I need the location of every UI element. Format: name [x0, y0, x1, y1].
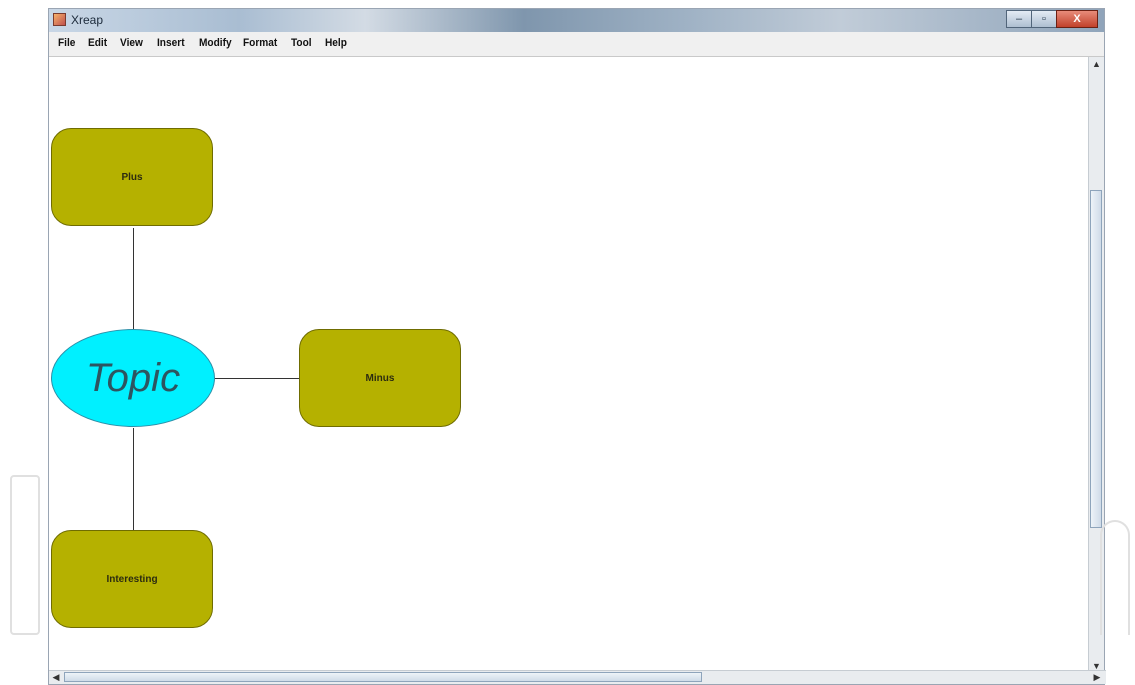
arrow-up-icon[interactable]: ▲ [1089, 57, 1104, 71]
menu-view[interactable]: View [120, 37, 143, 49]
menu-file[interactable]: File [58, 37, 75, 49]
node-plus[interactable]: Plus [51, 128, 213, 226]
horizontal-scrollbar[interactable]: ◀ ▶ [49, 670, 1106, 684]
close-button[interactable]: X [1056, 10, 1098, 28]
node-minus[interactable]: Minus [299, 329, 461, 427]
mindmap-canvas[interactable]: Plus Topic Minus Interesting [49, 57, 1089, 673]
window-title: Xreap [71, 13, 104, 27]
maximize-button[interactable]: ▫ [1031, 10, 1057, 28]
arrow-left-icon[interactable]: ◀ [49, 671, 63, 683]
menu-format[interactable]: Format [243, 37, 277, 49]
java-cup-icon [53, 13, 66, 26]
menu-help[interactable]: Help [325, 37, 347, 49]
watermark-shape-left [10, 475, 40, 635]
horizontal-scroll-thumb[interactable] [64, 672, 702, 682]
menu-tool[interactable]: Tool [291, 37, 312, 49]
menu-edit[interactable]: Edit [88, 37, 107, 49]
node-interesting[interactable]: Interesting [51, 530, 213, 628]
title-bar[interactable]: Xreap – ▫ X [49, 9, 1104, 33]
vertical-scroll-thumb[interactable] [1090, 190, 1102, 528]
connector-topic-plus [133, 228, 134, 329]
app-window: Xreap – ▫ X File Edit View Insert Modify… [48, 8, 1106, 685]
menu-insert[interactable]: Insert [157, 37, 185, 49]
minimize-button[interactable]: – [1006, 10, 1032, 28]
connector-topic-minus [215, 378, 300, 379]
menu-bar: File Edit View Insert Modify Format Tool… [49, 32, 1104, 57]
arrow-right-icon[interactable]: ▶ [1090, 671, 1104, 683]
menu-modify[interactable]: Modify [199, 37, 232, 49]
vertical-scrollbar[interactable]: ▲ ▼ [1088, 57, 1104, 673]
window-controls: – ▫ X [1006, 10, 1098, 29]
node-topic[interactable]: Topic [51, 329, 215, 427]
connector-topic-interesting [133, 428, 134, 530]
